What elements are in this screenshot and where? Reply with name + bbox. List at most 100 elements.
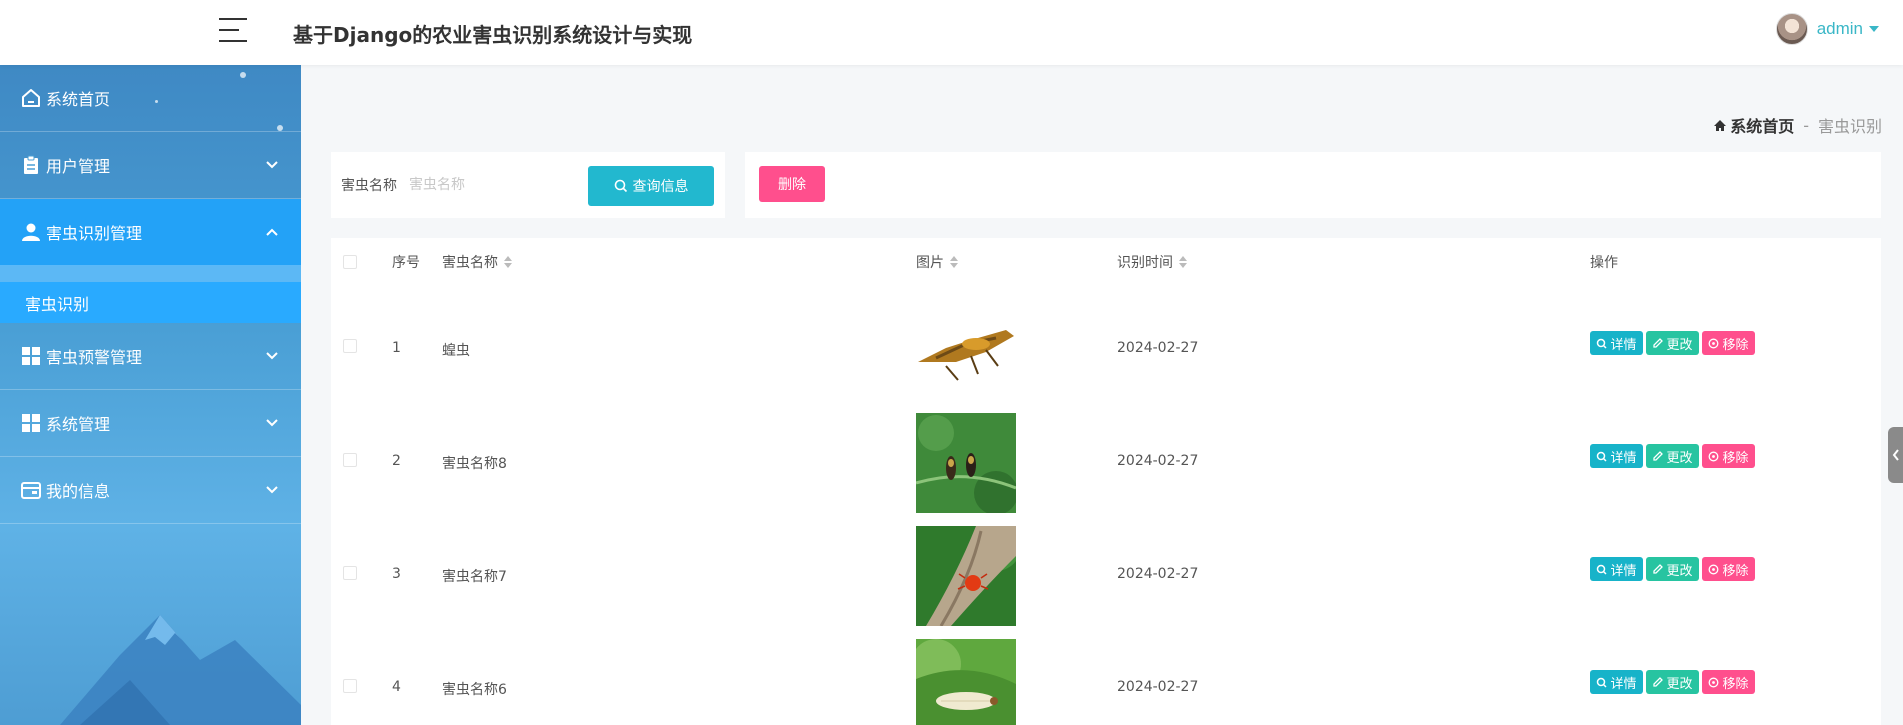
- detail-button-label: 详情: [1610, 450, 1637, 466]
- column-header-time-label: 识别时间: [1117, 255, 1173, 271]
- column-header-image-label: 图片: [916, 255, 944, 271]
- query-button[interactable]: 查询信息: [588, 166, 714, 206]
- edit-button-label: 更改: [1666, 676, 1693, 692]
- pencil-icon: [1653, 450, 1664, 461]
- sidebar: 系统首页 用户管理 害虫识别管理 害虫识别 害虫预警管理 系统管理 我的信息: [0, 65, 301, 725]
- sidebar-item-user-management[interactable]: 用户管理: [0, 132, 301, 199]
- search-icon: [1597, 564, 1608, 575]
- column-header-name[interactable]: 害虫名称: [442, 252, 512, 272]
- chevron-down-icon: [266, 161, 278, 169]
- data-table: 序号 害虫名称 图片 识别时间 操作 1 蝗虫 2024-02-27 详情 更改…: [331, 238, 1881, 725]
- row-time: 2024-02-27: [1117, 453, 1199, 469]
- sidebar-item-home[interactable]: 系统首页: [0, 65, 301, 132]
- column-header-index-label: 序号: [392, 255, 420, 271]
- detail-button-label: 详情: [1610, 337, 1637, 353]
- search-label: 害虫名称: [341, 178, 397, 194]
- column-header-image[interactable]: 图片: [916, 252, 958, 272]
- row-name: 害虫名称7: [442, 569, 507, 585]
- remove-circle-icon: [1709, 451, 1719, 461]
- edit-button[interactable]: 更改: [1646, 444, 1699, 468]
- row-checkbox[interactable]: [343, 453, 357, 467]
- caret-down-icon: [1869, 26, 1879, 32]
- chevron-up-icon: [266, 228, 278, 236]
- sidebar-item-label: 害虫识别管理: [46, 224, 143, 243]
- sidebar-item-label: 系统管理: [46, 415, 111, 434]
- sidebar-subitem-label: 害虫识别: [25, 294, 90, 314]
- chevron-down-icon: [266, 352, 278, 360]
- remove-button[interactable]: 移除: [1702, 444, 1755, 468]
- remove-button[interactable]: 移除: [1702, 670, 1755, 694]
- chevron-down-icon: [266, 486, 278, 494]
- row-index: 2: [392, 453, 401, 469]
- search-icon: [1597, 677, 1608, 688]
- mountain-illustration: [60, 615, 301, 725]
- detail-button[interactable]: 详情: [1590, 331, 1643, 355]
- remove-circle-icon: [1709, 564, 1719, 574]
- pest-image[interactable]: [916, 300, 1016, 400]
- grid-icon: [20, 345, 42, 367]
- remove-circle-icon: [1709, 338, 1719, 348]
- top-header: 基于Django的农业害虫识别系统设计与实现 admin: [0, 0, 1903, 65]
- row-checkbox[interactable]: [343, 339, 357, 353]
- edit-button[interactable]: 更改: [1646, 670, 1699, 694]
- user-menu[interactable]: admin: [1775, 13, 1879, 45]
- edit-button[interactable]: 更改: [1646, 557, 1699, 581]
- row-index: 1: [392, 340, 401, 356]
- detail-button[interactable]: 详情: [1590, 444, 1643, 468]
- home-icon: [20, 87, 42, 109]
- column-header-time[interactable]: 识别时间: [1117, 252, 1187, 272]
- pest-image[interactable]: [916, 639, 1016, 725]
- user-icon: [20, 221, 42, 243]
- chevron-down-icon: [266, 419, 278, 427]
- clipboard-icon: [20, 154, 42, 176]
- column-header-index: 序号: [392, 252, 420, 272]
- sidebar-item-my-info[interactable]: 我的信息: [0, 457, 301, 524]
- edit-button-label: 更改: [1666, 337, 1693, 353]
- user-name: admin: [1816, 19, 1863, 38]
- sidebar-item-pest-recognition-management[interactable]: 害虫识别管理: [0, 199, 301, 266]
- breadcrumb-home[interactable]: 系统首页: [1713, 113, 1794, 137]
- row-time: 2024-02-27: [1117, 679, 1199, 695]
- breadcrumb-home-label: 系统首页: [1730, 117, 1795, 136]
- wallet-icon: [20, 479, 42, 501]
- search-input[interactable]: [409, 170, 569, 200]
- sidebar-item-label: 系统首页: [46, 90, 111, 109]
- sidebar-item-label: 害虫预警管理: [46, 348, 143, 367]
- column-header-ops: 操作: [1590, 252, 1618, 272]
- select-all-checkbox[interactable]: [343, 255, 357, 269]
- sidebar-subitem-pest-recognition[interactable]: 害虫识别: [0, 266, 301, 323]
- row-name: 蝗虫: [442, 343, 470, 359]
- detail-button-label: 详情: [1610, 563, 1637, 579]
- delete-button[interactable]: 删除: [759, 166, 825, 202]
- column-header-ops-label: 操作: [1590, 255, 1618, 271]
- table-row: 3 害虫名称7 2024-02-27 详情 更改 移除: [331, 516, 1881, 629]
- detail-button[interactable]: 详情: [1590, 557, 1643, 581]
- edit-button[interactable]: 更改: [1646, 331, 1699, 355]
- detail-button[interactable]: 详情: [1590, 670, 1643, 694]
- sidebar-item-pest-warning-management[interactable]: 害虫预警管理: [0, 323, 301, 390]
- breadcrumb-separator: -: [1803, 115, 1809, 135]
- row-checkbox[interactable]: [343, 679, 357, 693]
- breadcrumb: 系统首页 - 害虫识别: [1713, 113, 1882, 137]
- pencil-icon: [1653, 563, 1664, 574]
- remove-button-label: 移除: [1722, 450, 1749, 466]
- search-icon: [1597, 451, 1608, 462]
- sort-icon: [1179, 255, 1187, 269]
- menu-toggle-icon[interactable]: [219, 18, 247, 44]
- remove-button[interactable]: 移除: [1702, 331, 1755, 355]
- sidebar-item-system-management[interactable]: 系统管理: [0, 390, 301, 457]
- pest-image[interactable]: [916, 413, 1016, 513]
- row-checkbox[interactable]: [343, 566, 357, 580]
- row-time: 2024-02-27: [1117, 340, 1199, 356]
- pencil-icon: [1653, 337, 1664, 348]
- sidebar-item-label: 用户管理: [46, 157, 111, 176]
- sort-icon: [950, 255, 958, 269]
- remove-button[interactable]: 移除: [1702, 557, 1755, 581]
- search-icon: [614, 179, 627, 193]
- side-panel-handle[interactable]: [1888, 427, 1903, 483]
- search-card: 害虫名称 查询信息: [331, 152, 725, 218]
- pencil-icon: [1653, 676, 1664, 687]
- edit-button-label: 更改: [1666, 563, 1693, 579]
- remove-button-label: 移除: [1722, 337, 1749, 353]
- pest-image[interactable]: [916, 526, 1016, 626]
